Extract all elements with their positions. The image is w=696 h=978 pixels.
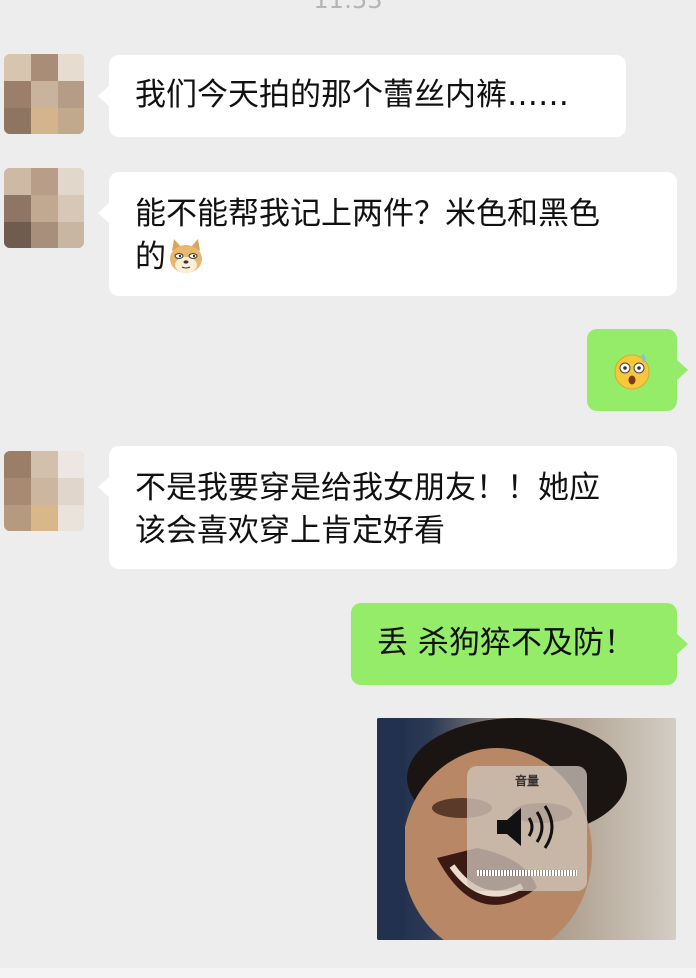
message-bubble[interactable]: 我们今天拍的那个蕾丝内裤……	[98, 55, 626, 137]
contact-avatar[interactable]	[4, 451, 84, 531]
message-text: 我们今天拍的那个蕾丝内裤……	[135, 77, 569, 113]
message-text-line: 不是我要穿是给我女朋友！！她应	[135, 470, 600, 506]
message-text-line: 能不能帮我记上两件？米色和黑色	[135, 196, 600, 232]
message-text-line: 的	[135, 239, 166, 275]
contact-avatar[interactable]	[4, 54, 84, 134]
message-bubble[interactable]: 丢 杀狗猝不及防！	[351, 603, 688, 685]
message-text: 丢 杀狗猝不及防！	[377, 625, 635, 661]
timestamp: 11:53	[313, 0, 383, 14]
surprised-emoji-icon	[612, 351, 652, 403]
contact-avatar[interactable]	[4, 168, 84, 248]
message-bubble[interactable]: 不是我要穿是给我女朋友！！她应 该会喜欢穿上肯定好看	[98, 446, 677, 569]
message-text-line: 该会喜欢穿上肯定好看	[135, 513, 445, 549]
doge-emoji-icon	[166, 237, 206, 287]
volume-hud: 音量	[467, 766, 587, 891]
message-bubble[interactable]	[587, 329, 688, 411]
volume-hud-title: 音量	[514, 774, 539, 788]
volume-level-bar	[477, 870, 577, 876]
message-bubble[interactable]: 能不能帮我记上两件？米色和黑色 的	[98, 172, 677, 296]
speaker-volume-icon	[495, 804, 559, 854]
input-area-edge	[0, 968, 696, 978]
